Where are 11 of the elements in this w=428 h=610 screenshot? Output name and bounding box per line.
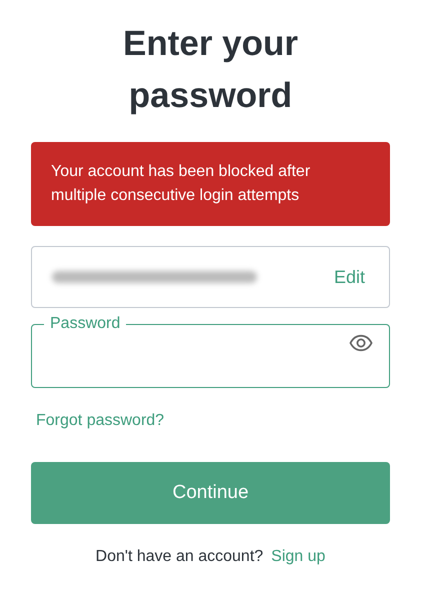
password-field[interactable]: Password [31, 314, 390, 388]
sign-up-link[interactable]: Sign up [271, 548, 326, 566]
password-label: Password [49, 314, 122, 334]
signup-prompt: Don't have an account? [96, 548, 264, 566]
eye-icon[interactable] [349, 334, 373, 352]
continue-button[interactable]: Continue [31, 462, 390, 524]
forgot-password-link[interactable]: Forgot password? [36, 412, 164, 430]
error-alert: Your account has been blocked after multiple consecutive login attempts [31, 142, 390, 226]
email-field[interactable]: Edit [31, 246, 390, 308]
page-title: Enter your password [122, 23, 300, 117]
edit-link[interactable]: Edit [334, 266, 365, 288]
